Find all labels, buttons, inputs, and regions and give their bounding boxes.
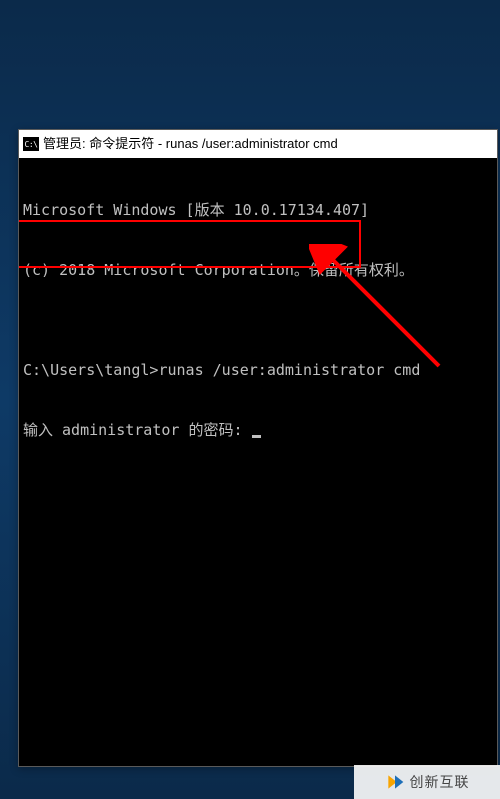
terminal-output[interactable]: Microsoft Windows [版本 10.0.17134.407] (c…	[19, 158, 497, 766]
prompt-path: C:\Users\tangl>	[23, 361, 158, 379]
terminal-line: Microsoft Windows [版本 10.0.17134.407]	[23, 200, 493, 220]
watermark-text: 创新互联	[410, 772, 470, 792]
terminal-line: C:\Users\tangl>runas /user:administrator…	[23, 360, 493, 380]
password-prompt-line[interactable]: 输入 administrator 的密码:	[23, 420, 493, 440]
window-title-text: 管理员: 命令提示符 - runas /user:administrator c…	[43, 137, 491, 151]
watermark-logo-icon	[385, 772, 405, 792]
desktop-background: C:\ 管理员: 命令提示符 - runas /user:administrat…	[0, 0, 500, 799]
watermark: 创新互联	[354, 765, 500, 799]
window-titlebar[interactable]: C:\ 管理员: 命令提示符 - runas /user:administrat…	[19, 130, 497, 158]
terminal-line: (c) 2018 Microsoft Corporation。保留所有权利。	[23, 260, 493, 280]
cmd-icon: C:\	[23, 137, 39, 151]
cmd-window: C:\ 管理员: 命令提示符 - runas /user:administrat…	[18, 129, 498, 767]
password-prompt-text: 输入 administrator 的密码:	[23, 421, 252, 439]
entered-command: runas /user:administrator cmd	[158, 361, 420, 379]
text-cursor	[252, 435, 261, 438]
